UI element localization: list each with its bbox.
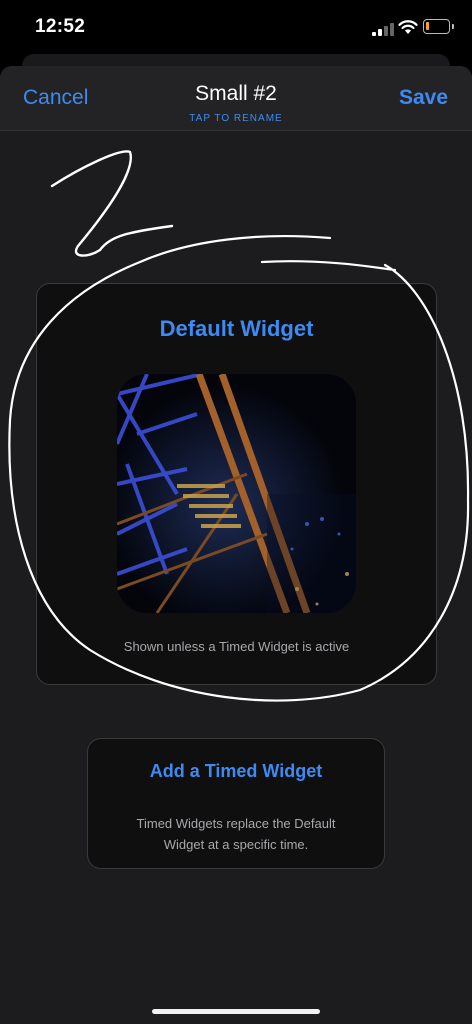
widget-preview-image[interactable] (117, 374, 356, 613)
add-timed-widget-card[interactable]: Add a Timed Widget Timed Widgets replace… (87, 738, 385, 869)
night-bridge-photo (117, 374, 356, 613)
timed-widget-caption: Timed Widgets replace the Default Widget… (118, 813, 354, 855)
status-bar: 12:52 (0, 0, 472, 56)
save-button[interactable]: Save (399, 86, 448, 110)
default-widget-card[interactable]: Default Widget Shown unless a Timed Widg… (36, 283, 437, 685)
default-widget-title: Default Widget (159, 316, 314, 341)
battery-level (426, 22, 429, 30)
add-timed-widget-button[interactable]: Add a Timed Widget (88, 761, 384, 782)
default-widget-caption: Shown unless a Timed Widget is active (123, 639, 350, 654)
wifi-icon (398, 20, 418, 34)
cellular-signal-icon (372, 22, 394, 36)
status-time: 12:52 (35, 16, 86, 37)
navigation-bar: Cancel Small #2 TAP TO RENAME Save (0, 66, 472, 131)
home-indicator[interactable] (152, 1009, 320, 1014)
timed-widget-caption-line1: Timed Widgets replace the Default (136, 816, 336, 831)
timed-widget-caption-line2: Widget at a specific time. (163, 837, 309, 852)
battery-icon (423, 19, 454, 34)
tap-to-rename-hint[interactable]: TAP TO RENAME (0, 113, 472, 124)
widget-editor-sheet: Cancel Small #2 TAP TO RENAME Save Defau… (0, 66, 472, 1024)
